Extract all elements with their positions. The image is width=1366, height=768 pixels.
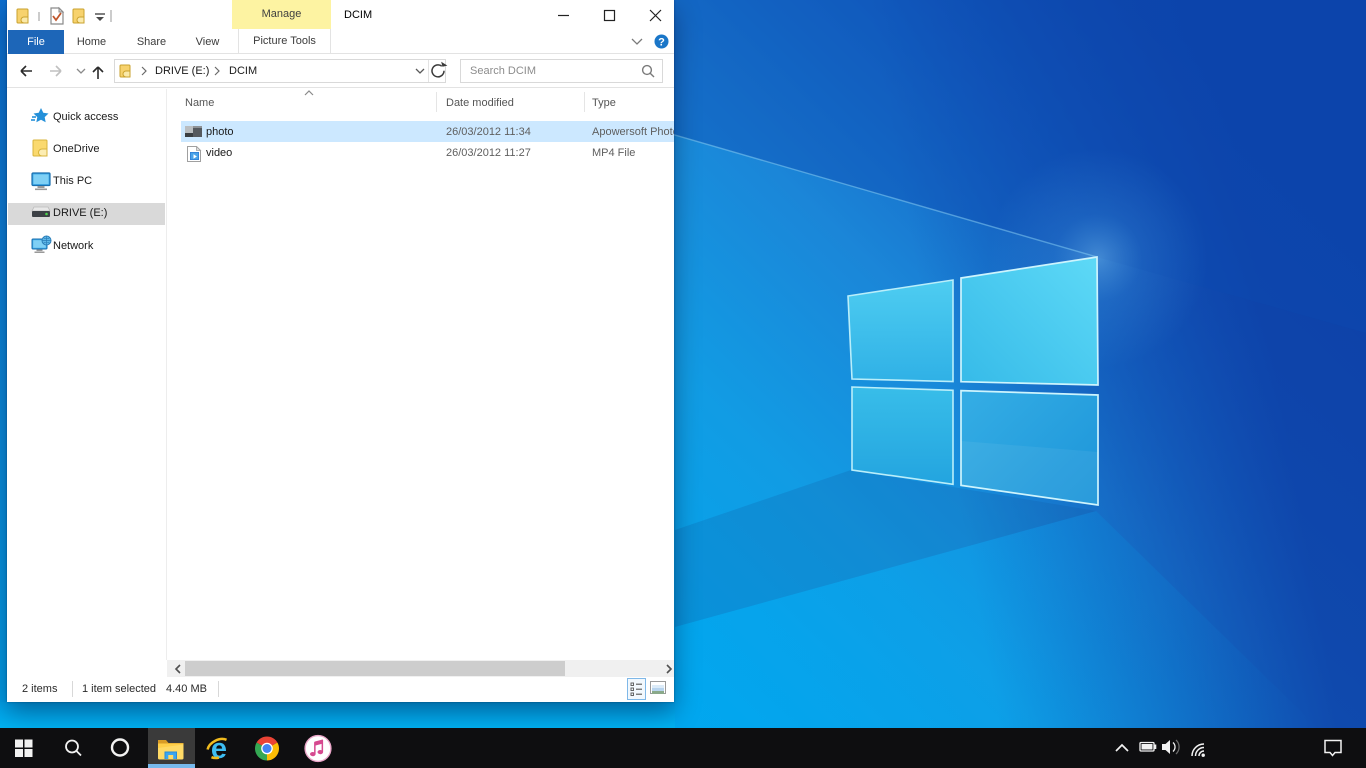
svg-text:e: e [211,733,227,765]
svg-text:?: ? [658,37,665,49]
